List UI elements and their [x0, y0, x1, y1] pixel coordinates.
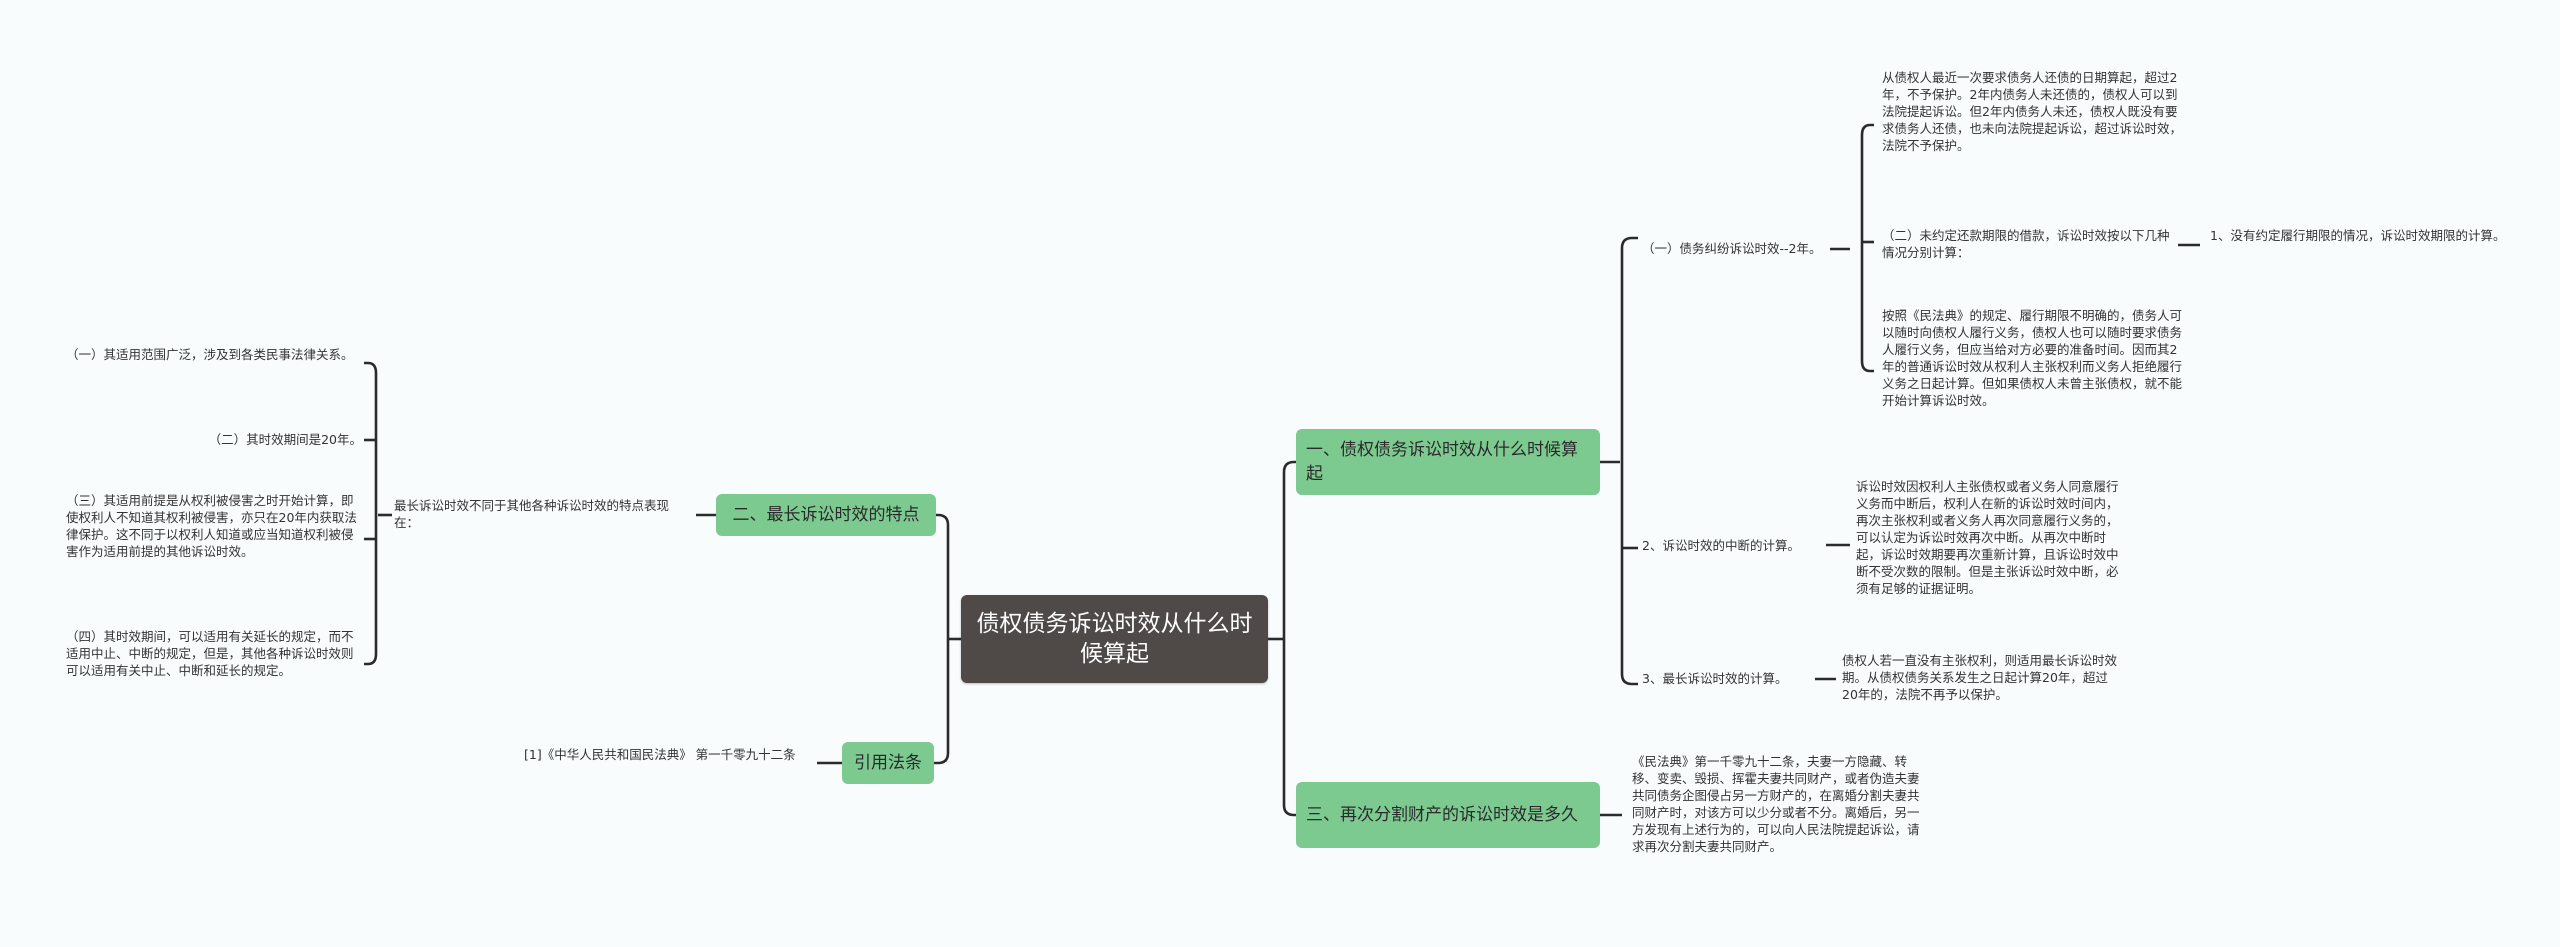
summary-longest-features[interactable]: 最长诉讼时效不同于其他各种诉讼时效的特点表现在：	[394, 497, 690, 531]
connector-right-trunk	[1282, 460, 1296, 817]
feature-item-4[interactable]: （四）其时效期间，可以适用有关延长的规定，而不适用中止、中断的规定，但是，其他各…	[66, 628, 362, 679]
detail-interruption[interactable]: 诉讼时效因权利人主张债权或者义务人同意履行义务而中断后，权利人在新的诉讼时效时间…	[1856, 478, 2130, 597]
feature-item-3-text: （三）其适用前提是从权利被侵害之时开始计算，即使权利人不知道其权利被侵害，亦只在…	[66, 493, 357, 559]
branch-topic-references-label: 引用法条	[854, 753, 922, 773]
connector-left-trunk	[934, 513, 950, 765]
branch-topic-1[interactable]: 一、债权债务诉讼时效从什么时候算起	[1296, 429, 1600, 495]
reference-item-1[interactable]: [1]《中华人民共和国民法典》 第一千零九十二条	[524, 746, 814, 763]
connector-l3-trunk	[1860, 123, 1874, 373]
summary-longest-features-text: 最长诉讼时效不同于其他各种诉讼时效的特点表现在：	[394, 498, 670, 530]
detail-two-year-rule-text: 从债权人最近一次要求债务人还债的日期算起，超过2年，不予保护。2年内债务人未还债…	[1882, 70, 2183, 153]
branch-topic-references[interactable]: 引用法条	[842, 742, 934, 784]
detail-two-year-rule[interactable]: 从债权人最近一次要求债务人还债的日期算起，超过2年，不予保护。2年内债务人未还债…	[1882, 69, 2182, 154]
feature-item-2[interactable]: （二）其时效期间是20年。	[66, 431, 362, 448]
feature-item-3[interactable]: （三）其适用前提是从权利被侵害之时开始计算，即使权利人不知道其权利被侵害，亦只在…	[66, 492, 362, 560]
reference-item-1-text: [1]《中华人民共和国民法典》 第一千零九十二条	[524, 747, 796, 762]
root-topic-label: 债权债务诉讼时效从什么时候算起	[976, 611, 1253, 667]
subtopic-interruption-label: 2、诉讼时效的中断的计算。	[1642, 538, 1800, 553]
detail-civil-code-rule[interactable]: 按照《民法典》的规定、履行期限不明确的，债务人可以随时向债权人履行义务，债权人也…	[1882, 307, 2182, 409]
detail-longest-period[interactable]: 债权人若一直没有主张权利，则适用最长诉讼时效期。从债权债务关系发生之日起计算20…	[1842, 652, 2122, 703]
branch-topic-3-label: 三、再次分割财产的诉讼时效是多久	[1306, 805, 1578, 825]
subtopic-debt-dispute-label: （一）债务纠纷诉讼时效--2年。	[1642, 241, 1822, 256]
feature-item-1-text: （一）其适用范围广泛，涉及到各类民事法律关系。	[66, 347, 354, 362]
detail-no-term-case-text: 1、没有约定履行期限的情况，诉讼时效期限的计算。	[2210, 228, 2506, 243]
connector-b1-trunk	[1620, 236, 1638, 686]
subtopic-debt-dispute[interactable]: （一）债务纠纷诉讼时效--2年。	[1642, 240, 1832, 257]
branch-topic-2-label: 二、最长诉讼时效的特点	[732, 505, 920, 525]
subtopic-no-term-loan[interactable]: （二）未约定还款期限的借款，诉讼时效按以下几种情况分别计算：	[1882, 227, 2178, 261]
detail-interruption-text: 诉讼时效因权利人主张债权或者义务人同意履行义务而中断后，权利人在新的诉讼时效时间…	[1856, 479, 2119, 596]
feature-item-4-text: （四）其时效期间，可以适用有关延长的规定，而不适用中止、中断的规定，但是，其他各…	[66, 629, 354, 678]
branch-topic-2[interactable]: 二、最长诉讼时效的特点	[716, 494, 936, 536]
subtopic-interruption[interactable]: 2、诉讼时效的中断的计算。	[1642, 537, 1832, 554]
feature-item-1[interactable]: （一）其适用范围广泛，涉及到各类民事法律关系。	[66, 346, 362, 363]
branch-topic-3[interactable]: 三、再次分割财产的诉讼时效是多久	[1296, 782, 1600, 848]
subtopic-longest-period[interactable]: 3、最长诉讼时效的计算。	[1642, 670, 1822, 687]
detail-property-redivision[interactable]: 《民法典》第一千零九十二条，夫妻一方隐藏、转移、变卖、毁损、挥霍夫妻共同财产，或…	[1632, 753, 1922, 855]
detail-longest-period-text: 债权人若一直没有主张权利，则适用最长诉讼时效期。从债权债务关系发生之日起计算20…	[1842, 653, 2118, 702]
detail-civil-code-rule-text: 按照《民法典》的规定、履行期限不明确的，债务人可以随时向债权人履行义务，债权人也…	[1882, 308, 2183, 408]
branch-topic-1-label: 一、债权债务诉讼时效从什么时候算起	[1306, 440, 1578, 484]
root-topic[interactable]: 债权债务诉讼时效从什么时候算起	[961, 595, 1268, 683]
subtopic-longest-period-label: 3、最长诉讼时效的计算。	[1642, 671, 1788, 686]
detail-no-term-case[interactable]: 1、没有约定履行期限的情况，诉讼时效期限的计算。	[2210, 227, 2510, 244]
subtopic-no-term-loan-text: （二）未约定还款期限的借款，诉讼时效按以下几种情况分别计算：	[1882, 228, 2170, 260]
feature-item-2-text: （二）其时效期间是20年。	[208, 432, 362, 447]
detail-property-redivision-text: 《民法典》第一千零九十二条，夫妻一方隐藏、转移、变卖、毁损、挥霍夫妻共同财产，或…	[1632, 754, 1920, 854]
connector-items-trunk	[364, 361, 378, 666]
